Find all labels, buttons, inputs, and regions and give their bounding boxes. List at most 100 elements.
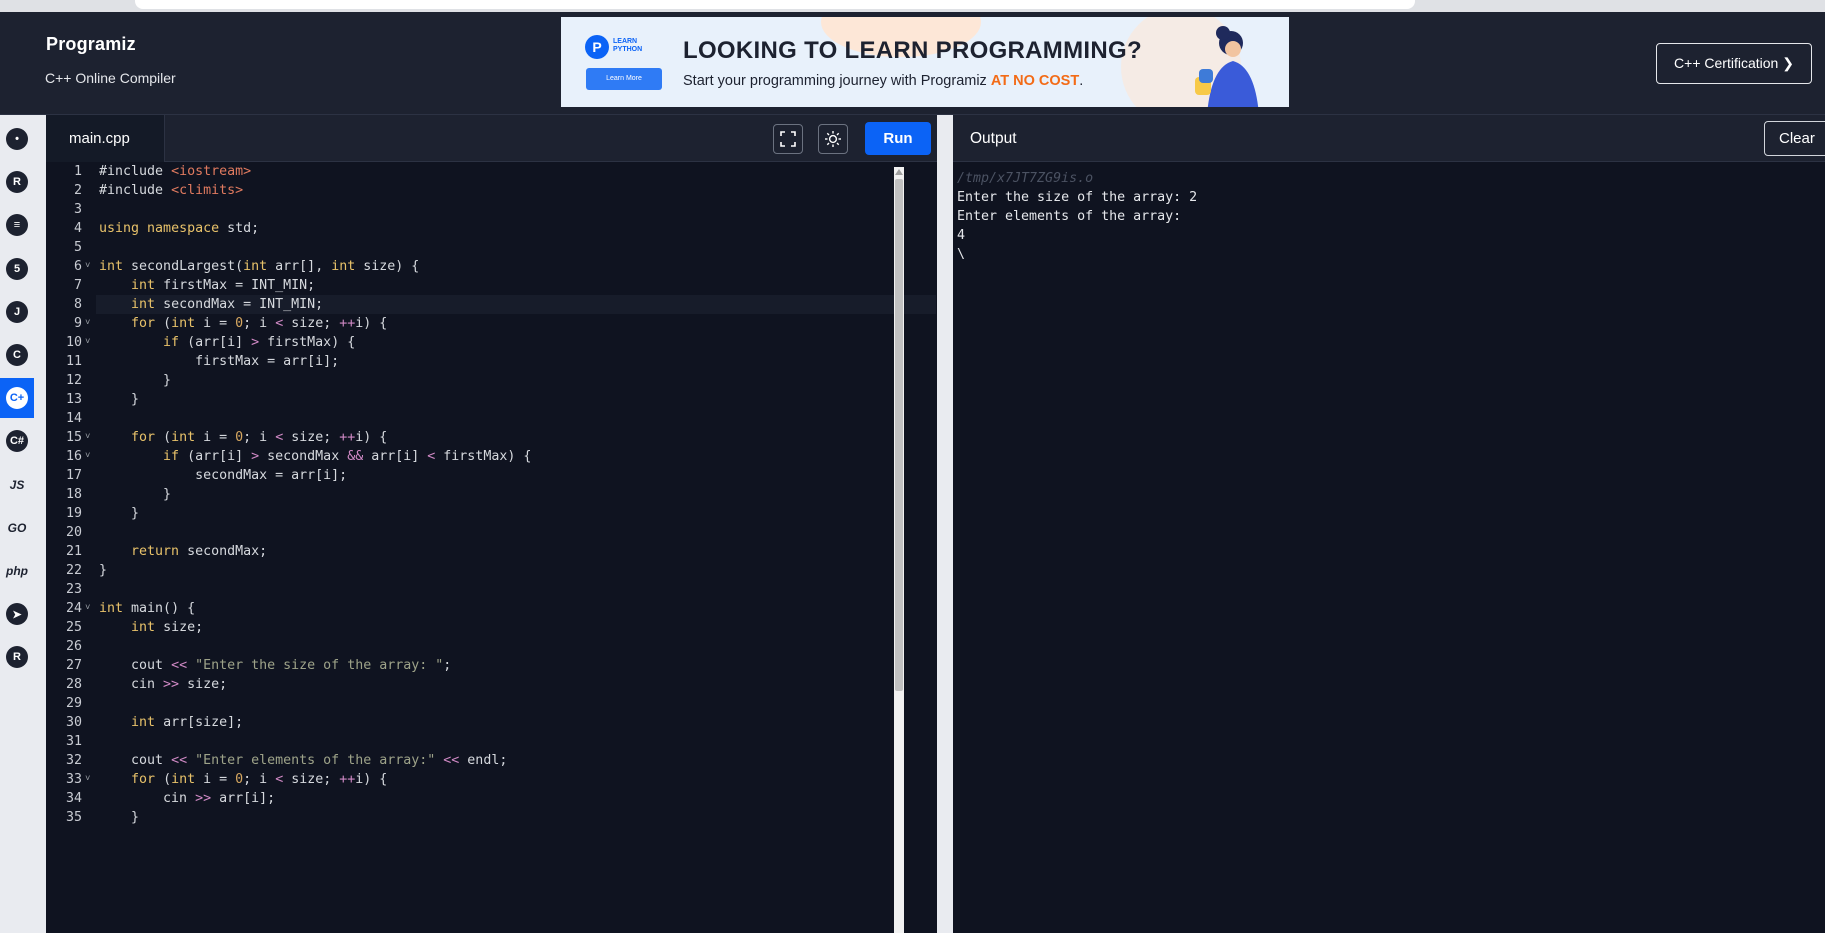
cpp-certification-button[interactable]: C++ Certification ❯ <box>1656 43 1812 84</box>
code-area[interactable]: 1 #include <iostream> 2 #include <climits> 3… <box>46 162 937 933</box>
database-icon: ≡ <box>6 214 28 237</box>
code-line[interactable]: 27 cout << "Enter the size of the array:… <box>46 656 936 675</box>
sidebar-item-php[interactable]: php <box>0 551 34 591</box>
sidebar-item-html[interactable]: 5 <box>0 249 34 289</box>
c-icon: C <box>6 344 28 366</box>
code-line[interactable]: 9 ˅ for (int i = 0; i < size; ++i) { <box>46 314 936 333</box>
editor-scrollbar[interactable] <box>894 167 904 933</box>
programiz-logo[interactable]: Programiz <box>46 34 136 55</box>
sidebar-item-cpp[interactable]: C+ <box>0 378 34 419</box>
code-line[interactable]: 11 firstMax = arr[i]; <box>46 352 936 371</box>
line-number: 23 <box>65 582 82 597</box>
sun-icon <box>825 131 841 147</box>
sidebar-item-r[interactable]: R <box>0 162 34 202</box>
page-subtitle: C++ Online Compiler <box>45 70 176 86</box>
code-line[interactable]: 1 #include <iostream> <box>46 162 936 181</box>
site-header: Programiz C++ Online Compiler P LEARN PY… <box>0 12 1825 115</box>
sidebar-item-java[interactable]: J <box>0 292 34 332</box>
code-line[interactable]: 31 <box>46 732 936 751</box>
ad-tagline-highlight: AT NO COST <box>990 73 1080 89</box>
code-line[interactable]: 28 cin >> size; <box>46 675 936 694</box>
line-number: 3 <box>73 202 82 217</box>
code-text: cin >> arr[i]; <box>99 791 276 806</box>
code-line[interactable]: 7 int firstMax = INT_MIN; <box>46 276 936 295</box>
code-line[interactable]: 14 <box>46 409 936 428</box>
code-text: int firstMax = INT_MIN; <box>131 278 316 293</box>
fold-chevron-icon[interactable]: ˅ <box>85 770 90 789</box>
code-line[interactable]: 35 } <box>46 808 936 827</box>
line-number: 5 <box>73 240 82 255</box>
sidebar-item-js[interactable]: JS <box>0 465 34 505</box>
fold-chevron-icon[interactable]: ˅ <box>85 447 90 466</box>
sidebar-item-python[interactable]: • <box>0 119 34 159</box>
code-line[interactable]: 30 int arr[size]; <box>46 713 936 732</box>
code-line[interactable]: 32 cout << "Enter elements of the array:… <box>46 751 936 770</box>
code-line[interactable]: 8 int secondMax = INT_MIN; <box>46 295 936 314</box>
theme-toggle-button[interactable] <box>818 124 848 154</box>
code-line[interactable]: 21 return secondMax; <box>46 542 936 561</box>
sidebar-item-swift[interactable]: ➤ <box>0 594 34 634</box>
code-line[interactable]: 26 <box>46 637 936 656</box>
output-line: \ <box>957 247 966 262</box>
code-line[interactable]: 20 <box>46 523 936 542</box>
line-number: 18 <box>65 487 82 502</box>
code-line[interactable]: 2 #include <climits> <box>46 181 936 200</box>
fold-chevron-icon[interactable]: ˅ <box>85 599 90 618</box>
code-text: using namespace std; <box>99 221 260 236</box>
code-line[interactable]: 25 int size; <box>46 618 936 637</box>
output-line: Enter elements of the array: <box>957 209 1182 224</box>
scrollbar-thumb[interactable] <box>895 179 903 691</box>
line-number: 8 <box>73 297 82 312</box>
browser-url-bar[interactable] <box>135 0 1415 9</box>
code-line[interactable]: 12 } <box>46 371 936 390</box>
fullscreen-button[interactable] <box>773 124 803 154</box>
code-line[interactable]: 16 ˅ if (arr[i] > secondMax && arr[i] < f… <box>46 447 936 466</box>
run-button[interactable]: Run <box>865 122 931 155</box>
sidebar-item-rust[interactable]: R <box>0 637 34 677</box>
code-editor-panel: main.cpp Run 1 #include <iostream> 2 #inclu… <box>46 115 937 933</box>
code-line[interactable]: 29 <box>46 694 936 713</box>
tab-main-cpp[interactable]: main.cpp <box>46 115 165 162</box>
line-number: 17 <box>65 468 82 483</box>
code-line[interactable]: 10 ˅ if (arr[i] > firstMax) { <box>46 333 936 352</box>
code-line[interactable]: 24 ˅ int main() { <box>46 599 936 618</box>
fold-chevron-icon[interactable]: ˅ <box>85 314 90 333</box>
line-number: 2 <box>73 183 82 198</box>
code-line[interactable]: 17 secondMax = arr[i]; <box>46 466 936 485</box>
code-line[interactable]: 4 using namespace std; <box>46 219 936 238</box>
code-text: int secondMax = INT_MIN; <box>131 297 324 312</box>
ad-banner[interactable]: P LEARN PYTHON Learn More LOOKING TO LEA… <box>561 17 1289 107</box>
output-binary-path: /tmp/x7JT7ZG9is.o <box>957 171 1094 186</box>
sidebar-item-sql[interactable]: ≡ <box>0 205 34 245</box>
sidebar-item-csharp[interactable]: C# <box>0 421 34 461</box>
code-line[interactable]: 5 <box>46 238 936 257</box>
code-line[interactable]: 15 ˅ for (int i = 0; i < size; ++i) { <box>46 428 936 447</box>
csharp-icon: C# <box>6 430 28 453</box>
line-number: 15 <box>65 430 82 445</box>
code-line[interactable]: 3 <box>46 200 936 219</box>
code-line[interactable]: 22} <box>46 561 936 580</box>
php-icon: php <box>6 564 28 578</box>
panel-resize-divider[interactable] <box>937 115 953 933</box>
code-line[interactable]: 13 } <box>46 390 936 409</box>
scroll-up-arrow-icon[interactable] <box>895 169 903 175</box>
sidebar-item-go[interactable]: GO <box>0 508 34 548</box>
line-number: 32 <box>65 753 82 768</box>
code-text: #include <climits> <box>99 183 244 198</box>
output-panel: Output Clear /tmp/x7JT7ZG9is.o Enter the … <box>953 115 1825 933</box>
code-text: int arr[size]; <box>131 715 244 730</box>
line-number: 13 <box>65 392 82 407</box>
code-line[interactable]: 6 ˅ int secondLargest(int arr[], int size)… <box>46 257 936 276</box>
clear-button[interactable]: Clear <box>1764 121 1825 156</box>
line-number: 6 <box>73 259 82 274</box>
ad-learn-more-button[interactable]: Learn More <box>586 68 662 90</box>
code-line[interactable]: 33 ˅ for (int i = 0; i < size; ++i) { <box>46 770 936 789</box>
code-line[interactable]: 23 <box>46 580 936 599</box>
sidebar-item-c[interactable]: C <box>0 335 34 375</box>
code-line[interactable]: 18 } <box>46 485 936 504</box>
fold-chevron-icon[interactable]: ˅ <box>85 428 90 447</box>
code-line[interactable]: 34 cin >> arr[i]; <box>46 789 936 808</box>
code-line[interactable]: 19 } <box>46 504 936 523</box>
fold-chevron-icon[interactable]: ˅ <box>85 333 90 352</box>
fold-chevron-icon[interactable]: ˅ <box>85 257 90 276</box>
